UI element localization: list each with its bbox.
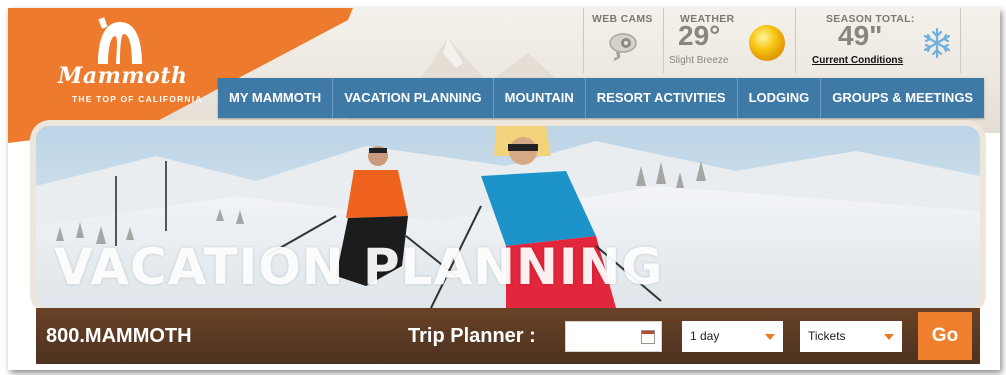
arrival-date-input[interactable] — [565, 321, 662, 352]
go-button[interactable]: Go — [918, 312, 972, 360]
page-frame: Mammoth THE TOP OF CALIFORNIA WEB CAMS W… — [8, 8, 1000, 370]
product-value: Tickets — [808, 329, 846, 343]
booking-bar: 800.MAMMOTH Trip Planner : 1 day Tickets… — [36, 308, 980, 364]
phone-number[interactable]: 800.MAMMOTH — [46, 325, 192, 348]
nav-item-vacation-planning[interactable]: VACATION PLANNING — [333, 78, 494, 118]
nav-item-lodging[interactable]: LODGING — [738, 78, 822, 118]
chevron-down-icon — [765, 334, 775, 340]
weather-condition: Slight Breeze — [669, 55, 729, 66]
hero-banner: VACATION PLANNING — [36, 126, 980, 308]
product-select[interactable]: Tickets — [800, 321, 902, 352]
webcams-widget[interactable]: WEB CAMS — [583, 8, 663, 73]
duration-value: 1 day — [690, 329, 720, 343]
season-snowfall: 49" — [838, 20, 883, 51]
webcam-icon — [609, 33, 637, 61]
current-conditions-link[interactable]: Current Conditions — [812, 55, 903, 66]
main-nav: MY MAMMOTH VACATION PLANNING MOUNTAIN RE… — [218, 78, 985, 118]
logo-tagline: THE TOP OF CALIFORNIA — [72, 94, 203, 104]
weather-temperature: 29° — [678, 20, 721, 51]
nav-item-resort-activities[interactable]: RESORT ACTIVITIES — [586, 78, 738, 118]
weather-widget[interactable]: WEATHER 29° Slight Breeze — [663, 8, 795, 73]
nav-item-mountain[interactable]: MOUNTAIN — [494, 78, 586, 118]
logo-wordmark: Mammoth — [58, 63, 188, 89]
mountain-logo-icon — [98, 17, 142, 64]
sun-icon — [749, 25, 785, 61]
calendar-icon[interactable] — [641, 330, 655, 344]
nav-item-groups-meetings[interactable]: GROUPS & MEETINGS — [821, 78, 984, 118]
webcams-label: WEB CAMS — [592, 13, 653, 25]
duration-select[interactable]: 1 day — [682, 321, 783, 352]
season-total-widget: SEASON TOTAL: 49" Current Conditions — [795, 8, 961, 73]
snowflake-icon — [923, 27, 951, 59]
nav-item-my-mammoth[interactable]: MY MAMMOTH — [218, 78, 334, 118]
hero-title: VACATION PLANNING — [54, 238, 664, 296]
trip-planner-label: Trip Planner : — [408, 325, 536, 347]
chevron-down-icon — [884, 334, 894, 340]
